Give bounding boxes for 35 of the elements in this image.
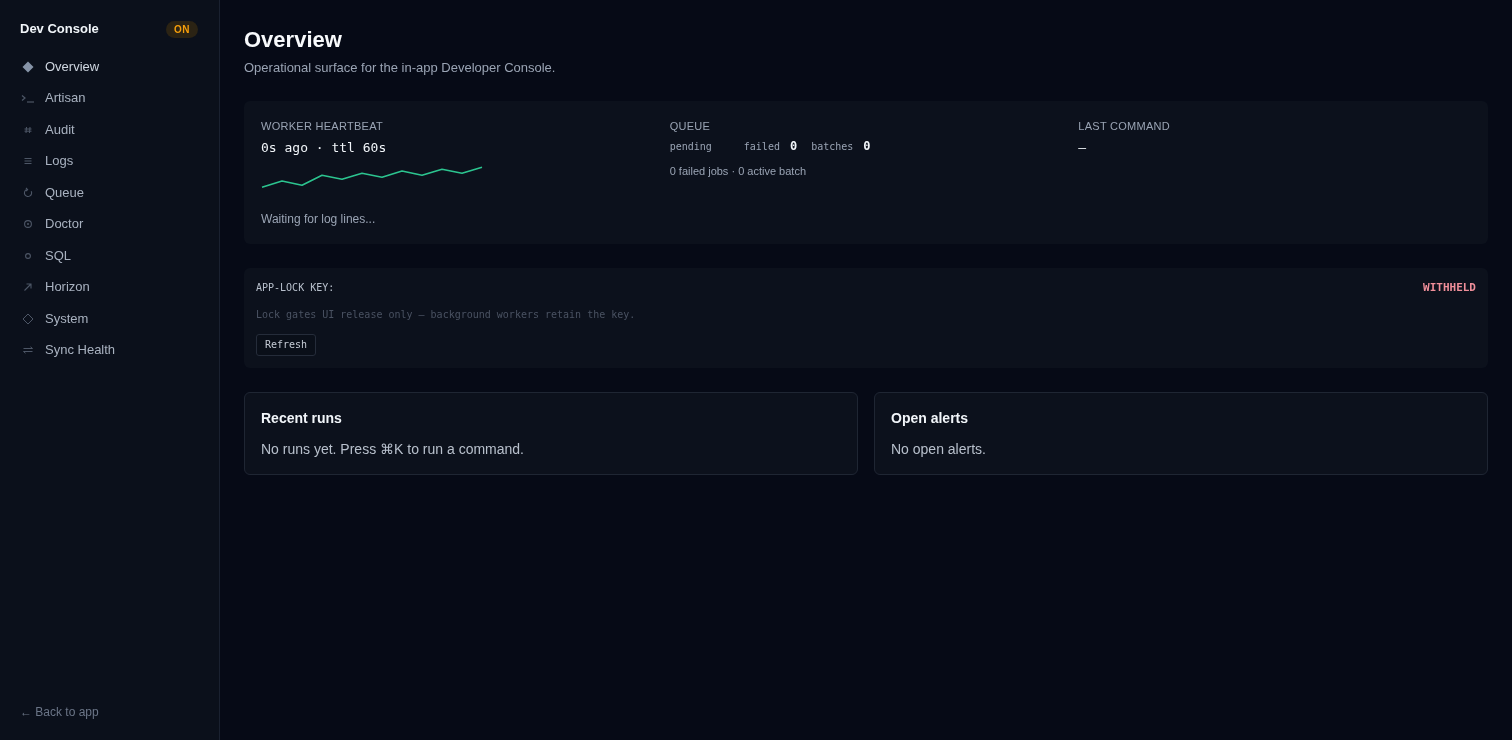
stat-label: failed (743, 140, 780, 154)
nav-item[interactable]: Horizon (0, 271, 219, 303)
panel-title: Open alerts (891, 409, 969, 428)
lock-key-label: APP-LOCK KEY: (256, 281, 335, 295)
nav-item[interactable]: Logs (0, 145, 219, 177)
last-command-value: — (1078, 139, 1087, 157)
refresh-button[interactable]: Refresh (256, 334, 317, 356)
panel-text: No open alerts. (891, 440, 986, 459)
back-link[interactable]: ← Back to app (20, 705, 99, 719)
log-status-text: Waiting for log lines... (261, 211, 377, 227)
section-label: LAST COMMAND (1078, 119, 1172, 134)
nav-item[interactable]: Doctor (0, 208, 219, 240)
nav-item[interactable]: Queue (0, 177, 219, 209)
panel-text: No runs yet. Press ⌘K to run a command. (261, 440, 524, 459)
page-title: Overview (244, 26, 343, 54)
stat-value: 0 (863, 138, 871, 154)
lock-hint-text: Lock gates UI release only — background workers retain the key. (256, 308, 637, 322)
page-subtitle: Operational surface for the in-app Developer Console. (244, 59, 557, 77)
stat-label: pending (669, 140, 712, 154)
stat-label: batches (811, 140, 854, 154)
section-label: WORKER HEARTBEAT (261, 119, 384, 134)
app-title: Dev Console (20, 20, 99, 38)
nav-item[interactable]: Sync Health (0, 334, 219, 366)
nav-item[interactable]: System (0, 303, 219, 335)
status-badge: ON (166, 20, 198, 38)
nav-item[interactable]: Audit (0, 114, 219, 146)
heartbeat-value: 0s ago · ttl 60s (261, 139, 388, 157)
section-label: QUEUE (669, 119, 712, 134)
lock-key-status: WITHHELD (1423, 280, 1476, 296)
nav-item[interactable]: Artisan (0, 82, 219, 114)
queue-summary: 0 failed jobs · 0 active batch (669, 164, 807, 179)
stat-value: 0 (789, 138, 798, 154)
nav-item[interactable]: SQL (0, 240, 219, 272)
nav-item[interactable]: Overview (0, 51, 219, 83)
panel-title: Recent runs (261, 409, 342, 428)
